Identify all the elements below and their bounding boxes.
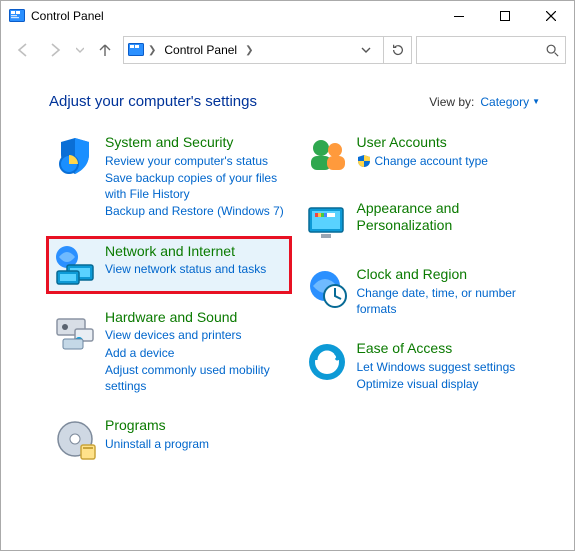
- category-title[interactable]: Ease of Access: [357, 340, 537, 357]
- ease-of-access-icon: [305, 340, 349, 384]
- category-title[interactable]: Hardware and Sound: [105, 309, 285, 326]
- address-bar[interactable]: ❯ Control Panel ❯: [123, 36, 412, 64]
- control-panel-icon: [9, 8, 25, 24]
- recent-locations-dropdown[interactable]: [73, 36, 87, 64]
- view-by-dropdown[interactable]: Category ▼: [480, 95, 540, 109]
- category-link[interactable]: Save backup copies of your files with Fi…: [105, 170, 285, 202]
- toolbar: ❯ Control Panel ❯: [1, 31, 574, 69]
- category-link[interactable]: Optimize visual display: [357, 376, 537, 392]
- category-user-accounts[interactable]: User Accounts Change account type: [301, 130, 541, 182]
- category-link[interactable]: Change account type: [357, 153, 537, 169]
- chevron-down-icon: ▼: [532, 97, 540, 106]
- category-ease-of-access[interactable]: Ease of Access Let Windows suggest setti…: [301, 336, 541, 397]
- category-link[interactable]: Let Windows suggest settings: [357, 359, 537, 375]
- user-accounts-icon: [305, 134, 349, 178]
- category-link[interactable]: Uninstall a program: [105, 436, 285, 452]
- control-panel-icon: [128, 42, 144, 58]
- hardware-sound-icon: [53, 309, 97, 353]
- minimize-button[interactable]: [436, 1, 482, 31]
- category-link[interactable]: Review your computer's status: [105, 153, 285, 169]
- uac-shield-icon: [357, 154, 371, 168]
- category-title[interactable]: System and Security: [105, 134, 285, 151]
- address-history-dropdown[interactable]: [351, 37, 379, 63]
- category-link-text: Change account type: [375, 153, 488, 169]
- view-by-value: Category: [480, 95, 529, 109]
- view-by: View by: Category ▼: [429, 95, 540, 109]
- clock-region-icon: [305, 266, 349, 310]
- maximize-button[interactable]: [482, 1, 528, 31]
- appearance-icon: [305, 200, 349, 244]
- category-network-internet[interactable]: Network and Internet View network status…: [49, 239, 289, 291]
- search-box[interactable]: [416, 36, 566, 64]
- back-button[interactable]: [9, 36, 37, 64]
- category-link[interactable]: Change date, time, or number formats: [357, 285, 537, 317]
- category-column-left: System and Security Review your computer…: [49, 130, 289, 465]
- category-link[interactable]: View devices and printers: [105, 327, 285, 343]
- category-title[interactable]: Network and Internet: [105, 243, 285, 260]
- category-appearance-personalization[interactable]: Appearance and Personalization: [301, 196, 541, 248]
- view-by-label: View by:: [429, 95, 474, 109]
- close-button[interactable]: [528, 1, 574, 31]
- category-link[interactable]: Add a device: [105, 345, 285, 361]
- category-link[interactable]: View network status and tasks: [105, 261, 285, 277]
- network-internet-icon: [53, 243, 97, 287]
- category-title[interactable]: Appearance and Personalization: [357, 200, 537, 234]
- forward-button[interactable]: [41, 36, 69, 64]
- refresh-button[interactable]: [383, 37, 411, 63]
- titlebar: Control Panel: [1, 1, 574, 31]
- up-button[interactable]: [91, 36, 119, 64]
- category-title[interactable]: Programs: [105, 417, 285, 434]
- content-area: Adjust your computer's settings View by:…: [1, 69, 574, 485]
- category-link[interactable]: Adjust commonly used mobility settings: [105, 362, 285, 394]
- chevron-right-icon[interactable]: ❯: [148, 45, 156, 56]
- system-security-icon: [53, 134, 97, 178]
- category-column-right: User Accounts Change account type: [301, 130, 541, 465]
- chevron-right-icon[interactable]: ❯: [245, 45, 253, 56]
- search-input[interactable]: [423, 42, 545, 58]
- window-title: Control Panel: [31, 9, 436, 23]
- category-link[interactable]: Backup and Restore (Windows 7): [105, 203, 285, 219]
- category-title[interactable]: Clock and Region: [357, 266, 537, 283]
- category-system-security[interactable]: System and Security Review your computer…: [49, 130, 289, 225]
- search-icon[interactable]: [545, 43, 559, 57]
- page-title: Adjust your computer's settings: [49, 93, 257, 110]
- category-programs[interactable]: Programs Uninstall a program: [49, 413, 289, 465]
- category-title[interactable]: User Accounts: [357, 134, 537, 151]
- category-hardware-sound[interactable]: Hardware and Sound View devices and prin…: [49, 305, 289, 400]
- breadcrumb-root[interactable]: Control Panel: [160, 43, 241, 57]
- category-clock-region[interactable]: Clock and Region Change date, time, or n…: [301, 262, 541, 322]
- programs-icon: [53, 417, 97, 461]
